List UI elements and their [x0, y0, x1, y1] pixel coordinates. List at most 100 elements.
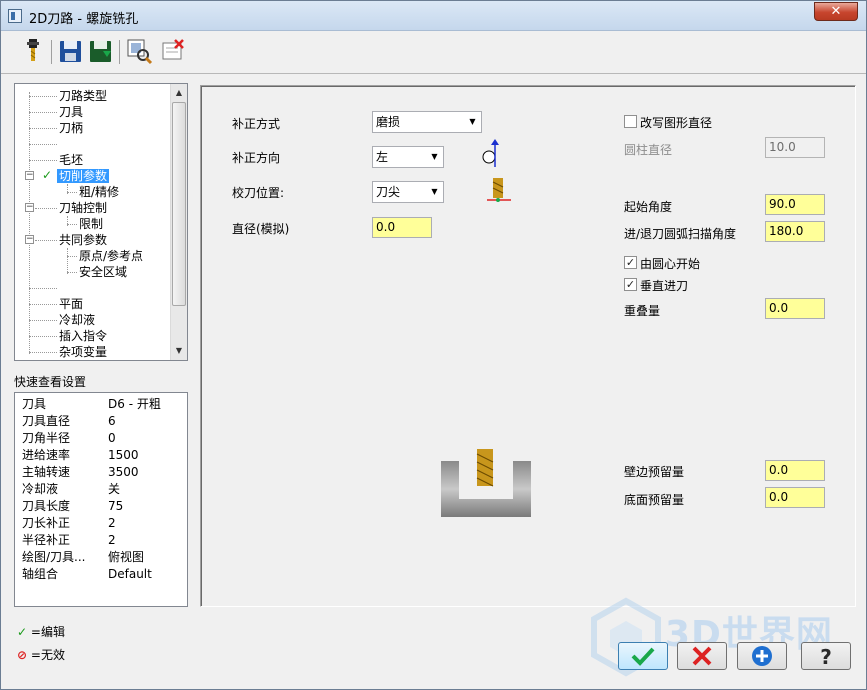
- tool-icon[interactable]: [19, 37, 47, 65]
- delete-icon[interactable]: [159, 37, 187, 65]
- tree-item-home-ref[interactable]: 原点/参考点: [79, 248, 143, 264]
- toolbar-separator: [119, 40, 120, 64]
- floor-stock-input[interactable]: 0.0: [765, 487, 825, 508]
- quick-key: 刀具直径: [22, 414, 71, 428]
- title-bar: 2D刀路 - 螺旋铣孔 ✕: [1, 1, 866, 31]
- ok-button[interactable]: [618, 642, 668, 670]
- cancel-button[interactable]: [677, 642, 727, 670]
- quick-value: 6: [108, 414, 116, 428]
- cylinder-diameter-input[interactable]: 10.0: [765, 137, 825, 158]
- vertical-entry-label: 垂直进刀: [640, 279, 689, 293]
- comp-dir-value: 左: [376, 150, 389, 164]
- start-from-center-label: 由圆心开始: [640, 257, 701, 271]
- tree-item-axis-control[interactable]: 刀轴控制: [59, 200, 107, 216]
- comp-type-label: 补正方式: [232, 117, 281, 131]
- pocket-illustration: [441, 449, 533, 519]
- tree-connector: [67, 272, 77, 273]
- override-diameter-checkbox[interactable]: [624, 115, 637, 128]
- comp-dir-select[interactable]: 左 ▼: [372, 146, 444, 168]
- quick-row: 刀角半径 0: [22, 430, 116, 447]
- wall-stock-input[interactable]: 0.0: [765, 460, 825, 481]
- comp-type-value: 磨损: [376, 115, 401, 129]
- save-as-icon[interactable]: [87, 37, 115, 65]
- scroll-up-icon[interactable]: ▲: [171, 84, 187, 101]
- quick-row: 刀具直径 6: [22, 413, 116, 430]
- floor-stock-label: 底面预留量: [624, 493, 685, 507]
- view-icon[interactable]: [125, 37, 153, 65]
- toolbar-divider: [1, 73, 866, 74]
- svg-text:?: ?: [820, 645, 832, 669]
- tree-item-label: 切削参数: [57, 169, 110, 183]
- quick-row: 进给速率 1500: [22, 447, 139, 464]
- sweep-angle-label: 进/退刀圆弧扫描角度: [624, 227, 737, 241]
- chevron-down-icon: ▼: [469, 117, 476, 126]
- tree-item-coolant[interactable]: 冷却液: [59, 312, 95, 328]
- chevron-down-icon: ▼: [431, 152, 438, 161]
- vertical-entry-checkbox[interactable]: ✓: [624, 278, 637, 291]
- legend-edit: ✓ =编辑: [17, 623, 65, 640]
- comp-type-select[interactable]: 磨损 ▼: [372, 111, 482, 133]
- quick-key: 刀具: [22, 397, 47, 411]
- tree-item-misc-values[interactable]: 杂项变量: [59, 344, 107, 360]
- tree-item-tool[interactable]: 刀具: [59, 104, 83, 120]
- tip-comp-select[interactable]: 刀尖 ▼: [372, 181, 444, 203]
- tree-connector: [29, 320, 57, 321]
- diameter-input[interactable]: 0.0: [372, 217, 432, 238]
- tree-connector: [29, 304, 57, 305]
- tree-expander[interactable]: −: [25, 235, 34, 244]
- apply-button[interactable]: [737, 642, 787, 670]
- sweep-angle-input[interactable]: 180.0: [765, 221, 825, 242]
- tree-connector: [67, 192, 77, 193]
- tree-item-stock[interactable]: 毛坯: [59, 152, 83, 168]
- tree-expander[interactable]: −: [25, 203, 34, 212]
- tree-scrollbar[interactable]: ▲ ▼: [170, 84, 187, 360]
- quick-value: 0: [108, 431, 116, 445]
- tree-item-path-type[interactable]: 刀路类型: [59, 88, 107, 104]
- tree-item-rough-finish[interactable]: 粗/精修: [79, 184, 119, 200]
- tree-item-holder[interactable]: 刀柄: [59, 120, 83, 136]
- toolbar: [9, 34, 859, 70]
- tree-item-plane[interactable]: 平面: [59, 296, 83, 312]
- quick-row: 刀长补正 2: [22, 515, 116, 532]
- overlap-input[interactable]: 0.0: [765, 298, 825, 319]
- overlap-label: 重叠量: [624, 304, 661, 318]
- override-diameter-label: 改写图形直径: [640, 116, 713, 130]
- quick-value: 2: [108, 533, 116, 547]
- diameter-label: 直径(模拟): [232, 222, 290, 236]
- tree-connector: [29, 144, 57, 145]
- quick-row: 主轴转速 3500: [22, 464, 139, 481]
- scroll-thumb[interactable]: [172, 102, 186, 306]
- tool-tip-icon: [485, 176, 513, 206]
- tree-item-cut-params[interactable]: 切削参数: [57, 168, 110, 184]
- scroll-down-icon[interactable]: ▼: [171, 342, 187, 359]
- tree-item-canned-text[interactable]: 插入指令: [59, 328, 107, 344]
- quick-value: 1500: [108, 448, 139, 462]
- quick-row: 绘图/刀具... 俯视图: [22, 549, 144, 566]
- chevron-down-icon: ▼: [431, 187, 438, 196]
- quick-row: 轴组合 Default: [22, 566, 152, 583]
- save-icon[interactable]: [57, 37, 85, 65]
- help-button[interactable]: ?: [801, 642, 851, 670]
- close-button[interactable]: ✕: [814, 2, 858, 21]
- quick-key: 冷却液: [22, 482, 59, 496]
- quick-view-panel: 刀具 D6 - 开粗 刀具直径 6 刀角半径 0 进给速率 1500 主轴转速 3500 …: [14, 392, 188, 607]
- comp-direction-icon: [481, 138, 501, 168]
- quick-key: 刀角半径: [22, 431, 71, 445]
- tree-item-limits[interactable]: 限制: [79, 216, 103, 232]
- apply-plus-icon: [752, 646, 772, 666]
- quick-key: 轴组合: [22, 567, 59, 581]
- quick-value: 3500: [108, 465, 139, 479]
- quick-row: 半径补正 2: [22, 532, 116, 549]
- wall-stock-label: 壁边预留量: [624, 465, 685, 479]
- quick-key: 绘图/刀具...: [22, 550, 86, 564]
- quick-key: 刀具长度: [22, 499, 71, 513]
- check-icon: ✓: [17, 625, 28, 639]
- cylinder-diameter-label: 圆柱直径: [624, 143, 673, 157]
- tree-item-common-params[interactable]: 共同参数: [59, 232, 107, 248]
- tree-expander[interactable]: −: [25, 171, 34, 180]
- tree-item-safety-zone[interactable]: 安全区域: [79, 264, 127, 280]
- tree-connector: [29, 96, 57, 97]
- start-angle-input[interactable]: 90.0: [765, 194, 825, 215]
- tip-comp-label: 校刀位置:: [232, 186, 285, 200]
- start-from-center-checkbox[interactable]: ✓: [624, 256, 637, 269]
